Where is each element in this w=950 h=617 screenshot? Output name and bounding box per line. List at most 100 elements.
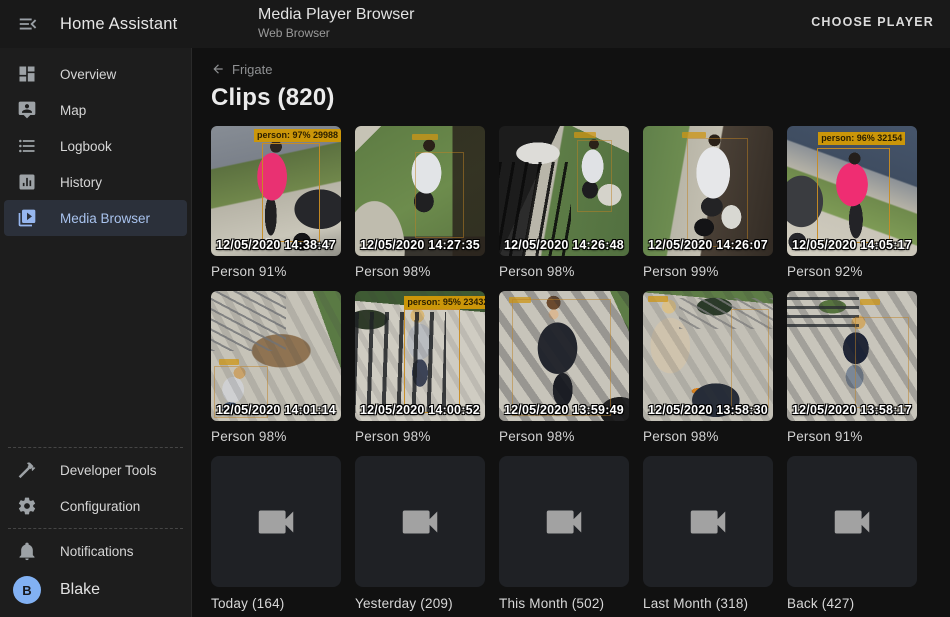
folder-label: This Month (502): [499, 596, 629, 611]
folder-tile[interactable]: [211, 456, 341, 587]
sidebar: Overview Map Logbook History Media Brows…: [0, 48, 192, 617]
clip-item[interactable]: person: 95% 23432 12/05/2020 14:00:52 Pe…: [355, 291, 485, 444]
sidebar-item-history[interactable]: History: [4, 164, 187, 200]
folder-tile[interactable]: [643, 456, 773, 587]
dashboard-icon: [17, 64, 37, 84]
sidebar-item-label: Notifications: [60, 544, 134, 559]
page-header-title: Media Player Browser: [258, 6, 415, 24]
sidebar-item-map[interactable]: Map: [4, 92, 187, 128]
clip-caption: Person 98%: [211, 429, 341, 444]
video-camera-icon: [829, 499, 875, 545]
clip-caption: Person 98%: [643, 429, 773, 444]
clip-timestamp: 12/05/2020 14:26:48: [504, 238, 624, 252]
app-title: Home Assistant: [60, 15, 177, 34]
gear-icon: [17, 496, 37, 516]
clip-item[interactable]: 12/05/2020 14:27:35 Person 98%: [355, 126, 485, 279]
clip-thumbnail[interactable]: 12/05/2020 13:59:49: [499, 291, 629, 421]
app-header: Home Assistant Media Player Browser Web …: [0, 0, 950, 48]
folder-item-yesterday[interactable]: Yesterday (209): [355, 456, 485, 611]
detection-artifact: [860, 299, 880, 305]
sidebar-item-media-browser[interactable]: Media Browser: [4, 200, 187, 236]
choose-player-button[interactable]: CHOOSE PLAYER: [811, 15, 934, 29]
user-avatar[interactable]: B: [13, 576, 41, 604]
clip-timestamp: 12/05/2020 13:58:17: [792, 403, 912, 417]
clip-item[interactable]: person: 97% 29988 12/05/2020 14:38:47 Pe…: [211, 126, 341, 279]
folder-item-last-month[interactable]: Last Month (318): [643, 456, 773, 611]
folder-label: Yesterday (209): [355, 596, 485, 611]
menu-open-icon: [17, 13, 39, 35]
folder-item-this-month[interactable]: This Month (502): [499, 456, 629, 611]
clip-thumbnail[interactable]: 12/05/2020 13:58:30: [643, 291, 773, 421]
clip-thumbnail[interactable]: 12/05/2020 14:26:07: [643, 126, 773, 256]
clip-caption: Person 98%: [499, 429, 629, 444]
sidebar-spacer: [0, 236, 191, 443]
detection-artifact: [219, 359, 239, 365]
video-camera-icon: [397, 499, 443, 545]
clip-thumbnail[interactable]: 12/05/2020 13:58:17: [787, 291, 917, 421]
hammer-icon: [17, 460, 37, 480]
media-player-header: Media Player Browser Web Browser: [258, 6, 415, 40]
clip-thumbnail[interactable]: 12/05/2020 14:26:48: [499, 126, 629, 256]
video-camera-icon: [541, 499, 587, 545]
clip-timestamp: 12/05/2020 14:01:14: [216, 403, 336, 417]
clip-caption: Person 91%: [787, 429, 917, 444]
clip-thumbnail[interactable]: person: 97% 29988 12/05/2020 14:38:47: [211, 126, 341, 256]
clips-grid: person: 97% 29988 12/05/2020 14:38:47 Pe…: [211, 126, 950, 611]
sidebar-toggle-button[interactable]: [17, 13, 39, 35]
detection-label: person: 96% 32154: [818, 132, 905, 145]
clip-caption: Person 98%: [355, 429, 485, 444]
clip-thumbnail[interactable]: person: 96% 32154 12/05/2020 14:05:17: [787, 126, 917, 256]
sidebar-item-label: History: [60, 175, 102, 190]
clip-thumbnail[interactable]: 12/05/2020 14:01:14: [211, 291, 341, 421]
detection-bbox: [817, 148, 890, 243]
folder-label: Today (164): [211, 596, 341, 611]
video-camera-icon: [253, 499, 299, 545]
detection-label: person: 97% 29988: [254, 129, 341, 142]
tooltip-account-icon: [17, 100, 37, 120]
sidebar-item-notifications[interactable]: Notifications: [4, 533, 187, 569]
clip-item[interactable]: 12/05/2020 13:58:17 Person 91%: [787, 291, 917, 444]
sidebar-item-label: Map: [60, 103, 86, 118]
clip-item[interactable]: 12/05/2020 14:26:07 Person 99%: [643, 126, 773, 279]
clip-caption: Person 91%: [211, 264, 341, 279]
folder-label: Last Month (318): [643, 596, 773, 611]
folder-item-today[interactable]: Today (164): [211, 456, 341, 611]
sidebar-item-logbook[interactable]: Logbook: [4, 128, 187, 164]
detection-bbox: [577, 140, 612, 212]
clip-timestamp: 12/05/2020 14:27:35: [360, 238, 480, 252]
detection-label: person: 95% 23432: [404, 296, 485, 309]
bell-icon: [17, 541, 37, 561]
folder-label: Back (427): [787, 596, 917, 611]
folder-tile[interactable]: [787, 456, 917, 587]
detection-bbox: [404, 309, 460, 413]
clip-item[interactable]: 12/05/2020 14:26:48 Person 98%: [499, 126, 629, 279]
detection-artifact: [574, 132, 596, 138]
folder-tile[interactable]: [499, 456, 629, 587]
sidebar-item-overview[interactable]: Overview: [4, 56, 187, 92]
clip-item[interactable]: 12/05/2020 13:58:30 Person 98%: [643, 291, 773, 444]
clip-timestamp: 12/05/2020 14:05:17: [792, 238, 912, 252]
play-box-multiple-icon: [17, 208, 37, 228]
detection-artifact: [648, 296, 668, 302]
breadcrumb-label: Frigate: [232, 62, 272, 77]
clip-thumbnail[interactable]: person: 95% 23432 12/05/2020 14:00:52: [355, 291, 485, 421]
folder-item-back[interactable]: Back (427): [787, 456, 917, 611]
detection-bbox: [415, 152, 464, 238]
clip-timestamp: 12/05/2020 14:26:07: [648, 238, 768, 252]
page-header-subtitle: Web Browser: [258, 26, 415, 40]
detection-bbox: [262, 143, 321, 242]
folder-tile[interactable]: [355, 456, 485, 587]
clip-item[interactable]: person: 96% 32154 12/05/2020 14:05:17 Pe…: [787, 126, 917, 279]
sidebar-item-configuration[interactable]: Configuration: [4, 488, 187, 524]
sidebar-item-label: Overview: [60, 67, 116, 82]
clip-caption: Person 92%: [787, 264, 917, 279]
sidebar-item-developer-tools[interactable]: Developer Tools: [4, 452, 187, 488]
clip-item[interactable]: 12/05/2020 14:01:14 Person 98%: [211, 291, 341, 444]
clip-caption: Person 98%: [355, 264, 485, 279]
clip-caption: Person 98%: [499, 264, 629, 279]
detection-bbox: [855, 317, 910, 408]
sidebar-profile[interactable]: B Blake: [4, 569, 187, 611]
breadcrumb-back[interactable]: Frigate: [211, 60, 950, 78]
clip-item[interactable]: 12/05/2020 13:59:49 Person 98%: [499, 291, 629, 444]
clip-thumbnail[interactable]: 12/05/2020 14:27:35: [355, 126, 485, 256]
